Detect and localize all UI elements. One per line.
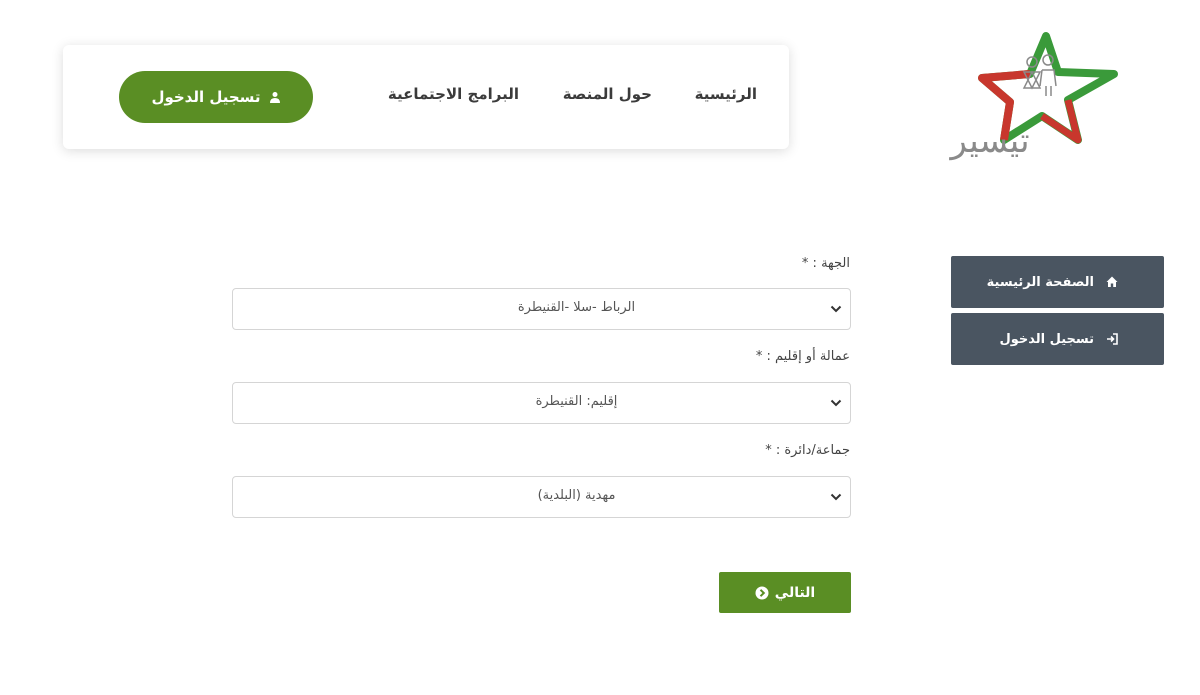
chevron-circle-right-icon [755, 586, 769, 599]
logo-wordmark: تيسير [948, 121, 1029, 161]
region-select[interactable]: الرباط -سلا -القنيطرة [232, 288, 851, 330]
commune-label: جماعة/دائرة : * [765, 443, 850, 458]
sign-in-icon [1107, 333, 1118, 345]
home-icon [1106, 276, 1118, 287]
region-select-value: الرباط -سلا -القنيطرة [517, 300, 636, 315]
login-button[interactable]: تسجيل الدخول [119, 71, 313, 123]
next-button-label: التالي [774, 584, 816, 601]
sidebar-item-login-label: تسجيل الدخول [999, 331, 1094, 347]
chevron-down-icon [830, 493, 842, 501]
province-label: عمالة أو إقليم : * [755, 349, 850, 364]
tayssir-logo: تيسير [948, 32, 1118, 161]
commune-select-value: مهدية (البلدية) [537, 488, 616, 503]
province-select[interactable]: إقليم: القنيطرة [232, 382, 851, 424]
page: الرئيسية حول المنصة البرامج الاجتماعية ت… [0, 0, 1200, 695]
sidebar-item-home[interactable]: الصفحة الرئيسية [951, 256, 1164, 308]
chevron-down-icon [830, 399, 842, 407]
nav-link-social-programs[interactable]: البرامج الاجتماعية [388, 85, 519, 103]
next-button[interactable]: التالي [719, 572, 851, 613]
login-button-label: تسجيل الدخول [151, 88, 261, 106]
sidebar-item-home-label: الصفحة الرئيسية [986, 274, 1094, 290]
region-label: الجهة : * [801, 256, 850, 271]
user-icon [269, 92, 280, 103]
province-select-value: إقليم: القنيطرة [535, 394, 618, 409]
sidebar-item-login[interactable]: تسجيل الدخول [951, 313, 1164, 365]
top-navbar: الرئيسية حول المنصة البرامج الاجتماعية ت… [63, 45, 789, 149]
nav-link-home[interactable]: الرئيسية [695, 85, 757, 103]
commune-select[interactable]: مهدية (البلدية) [232, 476, 851, 518]
chevron-down-icon [830, 305, 842, 313]
nav-link-about[interactable]: حول المنصة [563, 85, 652, 103]
